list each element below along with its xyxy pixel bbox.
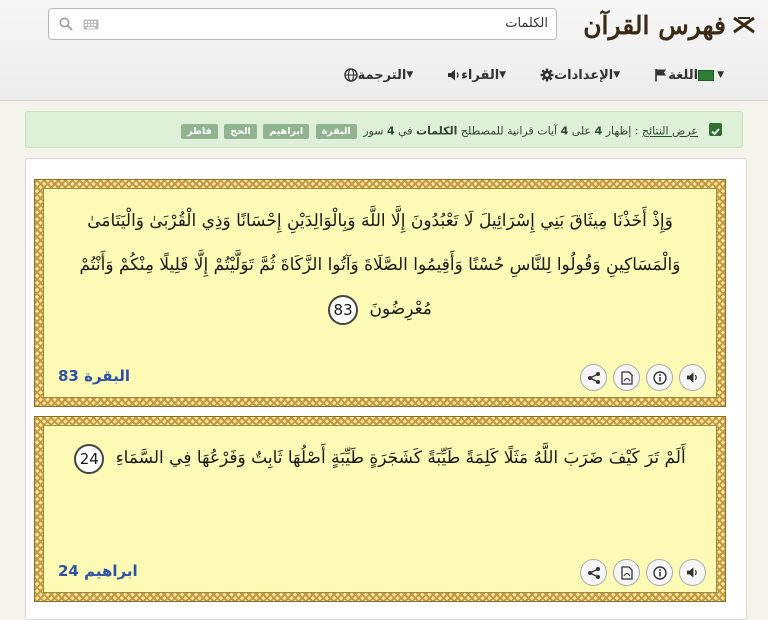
share-icon [587, 371, 600, 384]
share-icon [587, 566, 600, 579]
search-value[interactable]: الكلمات [505, 16, 548, 31]
top-header: فهرس القرآن الكلمات الترجمة ▼ القراء ▼ ا… [0, 0, 768, 101]
total-count: 4 [560, 124, 569, 138]
verse-text: وَإِذْ أَخَذْنَا مِيثَاقَ بَنِي إِسْرَائ… [58, 199, 702, 331]
surah-tag[interactable]: فاطر [181, 124, 218, 139]
results-summary-alert: عرض النتائج : إظهار 4 على 4 آيات قرانية … [25, 111, 743, 148]
play-audio-button[interactable] [679, 559, 706, 586]
nav-language-label: اللغة [668, 67, 699, 83]
speaker-icon [447, 68, 461, 82]
chevron-down-icon: ▼ [499, 70, 507, 80]
globe-icon [343, 68, 358, 82]
pdf-icon [620, 370, 633, 385]
surah-tag[interactable]: ابراهيم [263, 124, 310, 139]
gear-icon [540, 68, 554, 82]
check-icon [709, 123, 722, 136]
surah-tag[interactable]: الحج [224, 124, 257, 139]
quran-stand-icon [733, 16, 755, 34]
nav-reciters[interactable]: القراء ▼ [443, 68, 514, 83]
search-icon[interactable] [59, 17, 73, 31]
info-icon [652, 370, 667, 385]
ayah-number-badge: 83 [328, 294, 359, 325]
keyboard-icon[interactable] [83, 19, 99, 30]
results-summary-text: عرض النتائج : إظهار 4 على 4 آيات قرانية … [181, 124, 698, 139]
download-pdf-button[interactable] [613, 559, 640, 586]
site-logo[interactable]: فهرس القرآن [583, 8, 756, 42]
share-button[interactable] [580, 364, 607, 391]
results-panel: وَإِذْ أَخَذْنَا مِيثَاقَ بَنِي إِسْرَائ… [25, 158, 747, 620]
surah-count: 4 [386, 124, 395, 138]
surah-tag[interactable]: البقرة [315, 124, 357, 139]
tafsir-info-button[interactable] [646, 364, 673, 391]
verse-reference-link[interactable]: ابراهيم 24 [58, 562, 138, 580]
nav-settings-label: الإعدادات [554, 67, 614, 83]
flag-icon [654, 68, 668, 82]
share-button[interactable] [580, 559, 607, 586]
logo-text: فهرس القرآن [583, 10, 726, 40]
chevron-down-icon: ▼ [406, 70, 414, 80]
verse-reference-link[interactable]: البقرة 83 [58, 367, 130, 385]
tafsir-info-button[interactable] [646, 559, 673, 586]
chevron-down-icon: ▼ [613, 70, 621, 80]
results-label[interactable]: عرض النتائج [642, 125, 698, 138]
shown-count: 4 [594, 124, 603, 138]
verse-text: أَلَمْ تَرَ كَيْفَ ضَرَبَ اللَّهُ مَثَلً… [58, 436, 702, 480]
nav-reciters-label: القراء [461, 67, 500, 83]
nav-translation[interactable]: الترجمة ▼ [340, 68, 422, 83]
chevron-down-icon: ▼ [717, 70, 724, 80]
speaker-icon [686, 372, 697, 383]
download-pdf-button[interactable] [613, 364, 640, 391]
main-nav: الترجمة ▼ القراء ▼ الإعدادات ▼ اللغة ▼ [318, 58, 768, 92]
pdf-icon [620, 565, 633, 580]
nav-language[interactable]: اللغة ▼ [650, 68, 732, 83]
nav-translation-label: الترجمة [357, 67, 407, 83]
nav-settings[interactable]: الإعدادات ▼ [536, 68, 628, 83]
ayah-number-badge: 24 [74, 443, 105, 474]
language-flag-icon [698, 69, 715, 81]
search-term: الكلمات [416, 124, 458, 138]
play-audio-button[interactable] [679, 364, 706, 391]
info-icon [652, 565, 667, 580]
verse-actions [574, 559, 706, 586]
verse-card: وَإِذْ أَخَذْنَا مِيثَاقَ بَنِي إِسْرَائ… [34, 179, 726, 407]
verse-card: أَلَمْ تَرَ كَيْفَ ضَرَبَ اللَّهُ مَثَلً… [34, 416, 726, 602]
verse-actions [574, 364, 706, 391]
search-input[interactable]: الكلمات [48, 8, 557, 40]
speaker-icon [686, 567, 697, 578]
